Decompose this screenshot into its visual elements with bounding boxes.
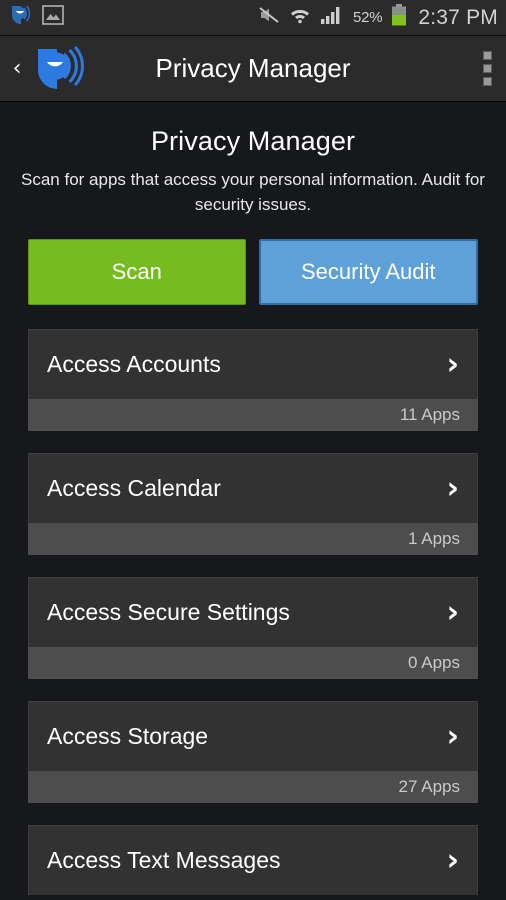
permission-group-label: Access Calendar: [47, 475, 221, 501]
page-subtitle: Scan for apps that access your personal …: [21, 170, 485, 214]
app-count-label: 11 Apps: [399, 405, 460, 424]
status-bar-left-icons: [10, 4, 64, 31]
permission-group-row[interactable]: Access Calendar ›: [28, 453, 478, 523]
action-bar: ‹ Privacy Manager: [0, 36, 506, 102]
permission-group-card[interactable]: Access Storage › 27 Apps: [28, 701, 478, 803]
cellular-signal-icon: [320, 6, 344, 30]
permission-group-label: Access Text Messages: [47, 847, 281, 873]
status-bar-right-icons: 52% 2:37 PM: [258, 4, 498, 31]
permission-group-list: Access Accounts › 11 Apps Access Calendar › 1…: [0, 329, 506, 895]
scan-button[interactable]: Scan: [28, 239, 246, 305]
app-count-label: 27 Apps: [398, 777, 460, 796]
permission-group-footer: 1 Apps: [28, 523, 478, 555]
permission-group-label: Access Accounts: [47, 351, 221, 377]
overflow-menu-icon[interactable]: [483, 51, 492, 86]
screenshot-icon: [42, 5, 64, 30]
app-count-label: 0 Apps: [408, 653, 460, 672]
page-title: Privacy Manager: [150, 126, 356, 156]
permission-group-card[interactable]: Access Secure Settings › 0 Apps: [28, 577, 478, 679]
chevron-right-icon: ›: [446, 842, 459, 878]
chevron-right-icon: ›: [446, 470, 459, 506]
permission-group-card[interactable]: Access Accounts › 11 Apps: [28, 329, 478, 431]
mute-icon: [258, 5, 280, 30]
back-button[interactable]: ‹: [4, 57, 30, 80]
permission-group-footer: 27 Apps: [28, 771, 478, 803]
battery-icon: [391, 4, 407, 31]
battery-percent-label: 52%: [352, 9, 383, 26]
permission-group-label: Access Storage: [47, 723, 209, 749]
permission-group-label: Access Secure Settings: [47, 599, 290, 625]
permission-group-footer: 11 Apps: [28, 399, 478, 431]
permission-group-row[interactable]: Access Accounts ›: [28, 329, 478, 399]
main-content: Privacy Manager Scan for apps that acces…: [0, 126, 506, 895]
chevron-right-icon: ›: [446, 718, 459, 754]
chevron-right-icon: ›: [446, 594, 459, 630]
action-button-row: Scan Security Audit: [0, 239, 506, 305]
permission-group-footer: 0 Apps: [28, 647, 478, 679]
permission-group-card[interactable]: Access Calendar › 1 Apps: [28, 453, 478, 555]
app-notification-icon: [10, 4, 34, 31]
permission-group-card[interactable]: Access Text Messages ›: [28, 825, 478, 895]
permission-group-row[interactable]: Access Storage ›: [28, 701, 478, 771]
phone-screen: 52% 2:37 PM ‹ Privacy Manager Privacy Ma…: [0, 0, 506, 900]
wifi-icon: [289, 6, 311, 29]
clock-label: 2:37 PM: [418, 5, 498, 29]
app-count-label: 1 Apps: [408, 529, 460, 548]
permission-group-row[interactable]: Access Text Messages ›: [28, 825, 478, 895]
app-logo-icon[interactable]: [30, 44, 88, 94]
status-bar: 52% 2:37 PM: [0, 0, 506, 36]
permission-group-row[interactable]: Access Secure Settings ›: [28, 577, 478, 647]
chevron-right-icon: ›: [446, 346, 459, 382]
security-audit-button[interactable]: Security Audit: [258, 239, 478, 305]
